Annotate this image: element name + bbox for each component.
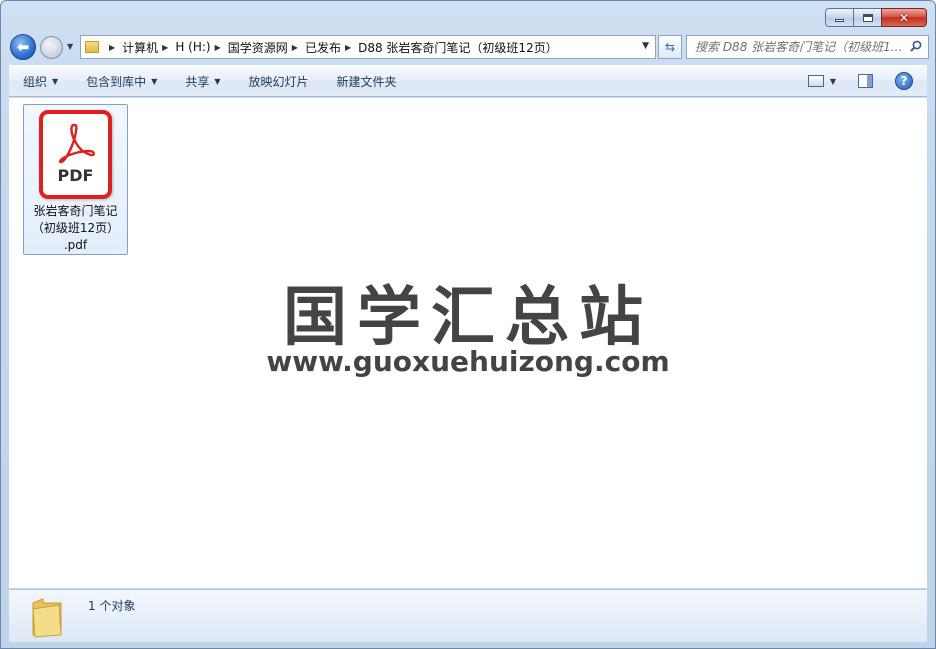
navigation-row: ⬅ ➡ ▼ ▶ 计算机 ▶ H (H:) ▶ 国学资源网 ▶ 已发布 ▶ D88…: [10, 34, 929, 60]
details-pane: 1 个对象: [9, 589, 927, 642]
slideshow-label: 放映幻灯片: [248, 74, 309, 89]
recent-pages-dropdown[interactable]: ▼: [67, 42, 73, 51]
file-name-line: .pdf: [63, 238, 88, 252]
file-item-pdf[interactable]: PDF 张岩客奇门笔记 （初级班12页） .pdf: [23, 104, 128, 255]
share-button[interactable]: 共享 ▼: [171, 66, 234, 96]
explorer-window: ✕ ⬅ ➡ ▼ ▶ 计算机 ▶ H (H:) ▶ 国学资源网 ▶ 已发布 ▶ D…: [0, 0, 936, 649]
back-arrow-icon: ⬅: [16, 37, 30, 56]
close-button[interactable]: ✕: [881, 8, 927, 27]
acrobat-logo-icon: [58, 123, 95, 164]
help-icon[interactable]: ?: [895, 72, 913, 90]
share-label: 共享: [185, 74, 210, 89]
file-name-line: （初级班12页）: [31, 221, 120, 235]
chevron-down-icon: ▼: [214, 76, 221, 86]
breadcrumb-computer[interactable]: 计算机: [122, 39, 158, 56]
new-folder-button[interactable]: 新建文件夹: [323, 66, 411, 96]
back-button[interactable]: ⬅: [10, 34, 36, 60]
chevron-right-icon[interactable]: ▶: [109, 43, 115, 52]
minimize-icon: [835, 19, 844, 22]
forward-button[interactable]: ➡: [40, 36, 63, 59]
search-box[interactable]: [686, 35, 929, 59]
breadcrumb-guoxue-resources[interactable]: 国学资源网: [228, 39, 288, 56]
include-in-library-button[interactable]: 包含到库中 ▼: [72, 66, 171, 96]
new-folder-label: 新建文件夹: [336, 74, 397, 89]
breadcrumb-drive-h[interactable]: H (H:): [175, 40, 210, 54]
chevron-down-icon: ▼: [151, 76, 158, 86]
toolbar-right-group: ▼ ?: [807, 72, 927, 90]
watermark-url: www.guoxuehuizong.com: [266, 345, 670, 378]
search-input[interactable]: [695, 40, 904, 54]
command-bar: 组织 ▼ 包含到库中 ▼ 共享 ▼ 放映幻灯片 新建文件夹 ▼ ?: [9, 65, 927, 97]
chevron-right-icon[interactable]: ▶: [292, 43, 298, 52]
chevron-right-icon[interactable]: ▶: [215, 43, 221, 52]
refresh-icon: ⇆: [664, 40, 676, 54]
address-bar[interactable]: ▶ 计算机 ▶ H (H:) ▶ 国学资源网 ▶ 已发布 ▶ D88 张岩客奇门…: [80, 35, 656, 59]
chevron-right-icon[interactable]: ▶: [345, 43, 351, 52]
forward-arrow-icon: ➡: [46, 40, 57, 55]
chevron-right-icon[interactable]: ▶: [162, 43, 168, 52]
slideshow-button[interactable]: 放映幻灯片: [235, 66, 323, 96]
pdf-file-icon: PDF: [39, 110, 112, 199]
maximize-icon: [862, 13, 873, 22]
include-library-label: 包含到库中: [86, 74, 147, 89]
chevron-down-icon: ▼: [52, 76, 59, 86]
folder-icon: [32, 598, 62, 638]
maximize-button[interactable]: [853, 8, 881, 27]
address-history-dropdown[interactable]: ▼: [642, 41, 649, 51]
organize-label: 组织: [23, 74, 48, 89]
file-name-line: 张岩客奇门笔记: [33, 204, 118, 218]
minimize-button[interactable]: [825, 8, 853, 27]
refresh-button[interactable]: ⇆: [658, 35, 682, 59]
item-count: 1 个对象: [88, 599, 136, 613]
folder-icon: [85, 41, 99, 53]
chevron-down-icon[interactable]: ▼: [830, 77, 836, 86]
breadcrumb-current-folder[interactable]: D88 张岩客奇门笔记（初级班12页）: [358, 39, 558, 56]
preview-pane-icon[interactable]: [858, 74, 873, 88]
pdf-label: PDF: [57, 166, 94, 185]
view-options-icon[interactable]: [807, 75, 824, 87]
breadcrumb-published[interactable]: 已发布: [305, 39, 341, 56]
file-list-area[interactable]: PDF 张岩客奇门笔记 （初级班12页） .pdf 国学汇总站 www.guox…: [9, 98, 927, 588]
organize-button[interactable]: 组织 ▼: [9, 66, 72, 96]
file-name: 张岩客奇门笔记 （初级班12页） .pdf: [26, 203, 125, 254]
close-icon: ✕: [898, 10, 910, 25]
search-icon[interactable]: [910, 40, 922, 52]
caption-buttons: ✕: [825, 8, 927, 27]
